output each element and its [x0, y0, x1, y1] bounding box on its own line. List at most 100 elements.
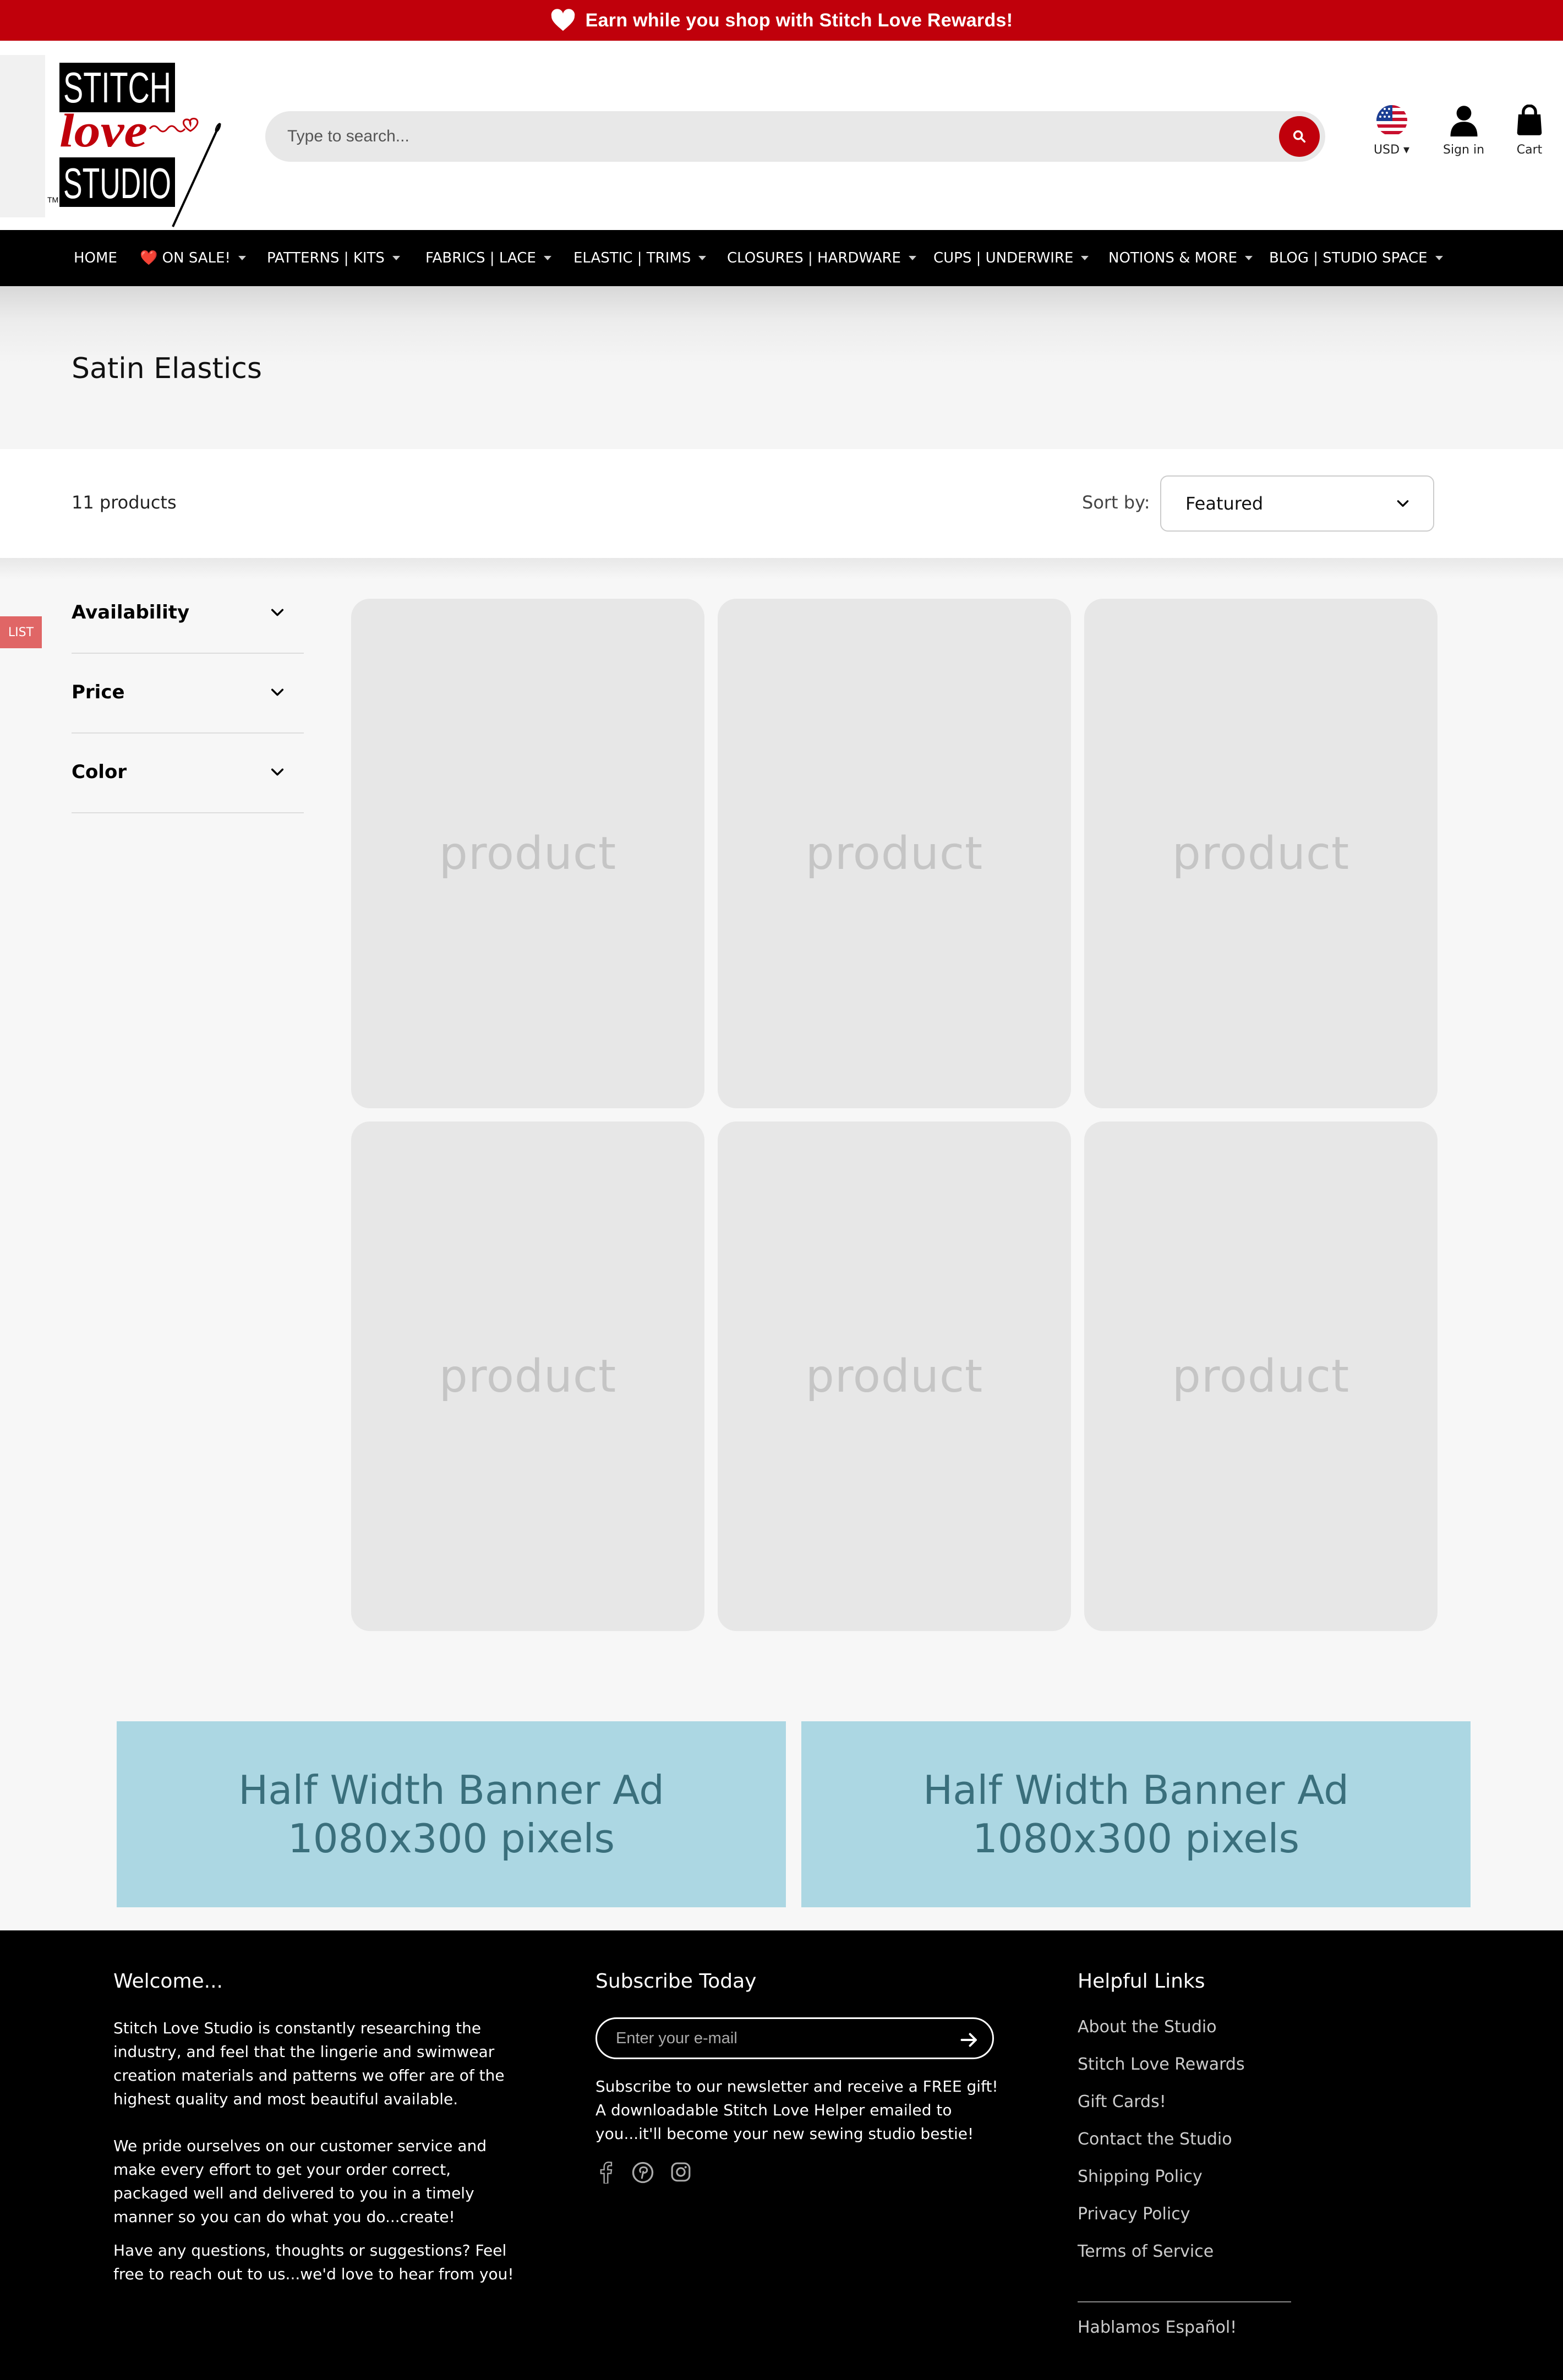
nav-item-on-sale[interactable]: ❤️ ON SALE!: [140, 230, 246, 286]
banner-line-1: Half Width Banner Ad: [923, 1767, 1349, 1813]
footer-link-contact[interactable]: Contact the Studio: [1078, 2130, 1232, 2149]
product-card[interactable]: product: [351, 599, 704, 1108]
nav-label: CLOSURES | HARDWARE: [727, 250, 901, 266]
arrow-right-icon[interactable]: [959, 2030, 979, 2050]
footer-welcome-paragraph: Stitch Love Studio is constantly researc…: [113, 2019, 505, 2108]
announcement-text: Earn while you shop with Stitch Love Rew…: [585, 9, 1013, 31]
sort-select[interactable]: Featured: [1160, 475, 1434, 532]
nav-item-blog-studio-space[interactable]: BLOG | STUDIO SPACE: [1269, 230, 1443, 286]
heart-icon: [551, 9, 575, 31]
chevron-down-icon: [271, 768, 284, 776]
announcement-bar[interactable]: Earn while you shop with Stitch Love Rew…: [0, 0, 1563, 41]
product-card[interactable]: product: [1084, 1121, 1438, 1631]
banner-line-2: 1080x300 pixels: [972, 1815, 1300, 1862]
collection-header: Satin Elastics: [0, 286, 1563, 449]
svg-text:TM: TM: [47, 195, 58, 204]
footer-link-shipping[interactable]: Shipping Policy: [1078, 2167, 1203, 2186]
nav-item-notions-more[interactable]: NOTIONS & MORE: [1108, 230, 1253, 286]
nav-item-fabrics-lace[interactable]: FABRICS | LACE: [425, 230, 551, 286]
nav-item-closures-hardware[interactable]: CLOSURES | HARDWARE: [727, 230, 916, 286]
filter-label: Price: [72, 681, 125, 703]
banner-ad-left[interactable]: Half Width Banner Ad 1080x300 pixels: [117, 1721, 786, 1907]
caret-down-icon: [1245, 256, 1253, 260]
banner-text: Half Width Banner Ad 1080x300 pixels: [238, 1766, 664, 1863]
product-placeholder: product: [439, 1350, 617, 1403]
footer-link-about[interactable]: About the Studio: [1078, 2017, 1217, 2037]
filter-availability[interactable]: Availability: [72, 574, 304, 654]
nav-label: BLOG | STUDIO SPACE: [1269, 250, 1428, 266]
nav-label: NOTIONS & MORE: [1108, 250, 1238, 266]
footer-link-privacy[interactable]: Privacy Policy: [1078, 2204, 1190, 2224]
product-placeholder: product: [805, 827, 983, 880]
footer-link-terms[interactable]: Terms of Service: [1078, 2242, 1214, 2261]
caret-down-icon: [543, 256, 551, 260]
search-input[interactable]: [287, 127, 1223, 146]
nav-item-cups-underwire[interactable]: CUPS | UNDERWIRE: [933, 230, 1089, 286]
account-link[interactable]: Sign in: [1443, 105, 1484, 157]
product-placeholder: product: [439, 827, 617, 880]
nav-label: PATTERNS | KITS: [267, 250, 385, 266]
nav-label: CUPS | UNDERWIRE: [933, 250, 1074, 266]
site-footer: Welcome... Stitch Love Studio is constan…: [0, 1930, 1563, 2380]
subscribe-description: Subscribe to our newsletter and receive …: [595, 2077, 998, 2143]
nav-item-home[interactable]: HOME: [74, 230, 117, 286]
product-card[interactable]: product: [351, 1121, 704, 1631]
search-bar[interactable]: [265, 111, 1325, 162]
email-field[interactable]: [616, 2029, 924, 2048]
footer-link-gift-cards[interactable]: Gift Cards!: [1078, 2092, 1166, 2111]
footer-divider: [1078, 2301, 1291, 2302]
product-card[interactable]: product: [718, 599, 1071, 1108]
nav-label: ❤️ ON SALE!: [140, 250, 231, 266]
signin-label: Sign in: [1443, 143, 1485, 157]
us-flag-icon: [1376, 105, 1407, 136]
nav-item-elastic-trims[interactable]: ELASTIC | TRIMS: [573, 230, 707, 286]
caret-down-icon: [1081, 256, 1089, 260]
footer-link-rewards[interactable]: Stitch Love Rewards: [1078, 2055, 1245, 2074]
cart-link[interactable]: Cart: [1515, 105, 1544, 157]
pinterest-icon[interactable]: [632, 2162, 654, 2184]
search-icon: [1293, 130, 1306, 143]
cart-label: Cart: [1516, 143, 1543, 157]
banner-text: Half Width Banner Ad 1080x300 pixels: [923, 1766, 1349, 1863]
facebook-icon[interactable]: [598, 2162, 614, 2184]
filter-label: Color: [72, 761, 127, 783]
newsletter-form: [595, 2017, 994, 2059]
currency-code: USD: [1374, 143, 1400, 157]
product-card[interactable]: product: [718, 1121, 1071, 1631]
site-header: STITCH love STUDIO TM Type to search... …: [0, 41, 1563, 230]
instagram-icon[interactable]: [670, 2162, 691, 2182]
currency-selector[interactable]: USD ▾: [1374, 105, 1409, 157]
sort-label: Sort by:: [1082, 492, 1150, 513]
caret-down-icon: [698, 256, 707, 260]
side-list-tab[interactable]: LIST: [0, 616, 42, 648]
banner-line-1: Half Width Banner Ad: [238, 1767, 664, 1813]
stitch-love-studio-logo[interactable]: STITCH love STUDIO TM: [46, 63, 228, 228]
filter-price[interactable]: Price: [72, 654, 304, 734]
chevron-down-icon: [271, 609, 284, 616]
banner-line-2: 1080x300 pixels: [287, 1815, 615, 1862]
banner-ad-right[interactable]: Half Width Banner Ad 1080x300 pixels: [801, 1721, 1471, 1907]
caret-down-icon: ▾: [1403, 143, 1410, 157]
currency-label: USD ▾: [1374, 143, 1409, 157]
caret-down-icon: [392, 256, 400, 260]
chevron-down-icon: [1397, 500, 1409, 507]
product-card[interactable]: product: [1084, 599, 1438, 1108]
sort-value: Featured: [1185, 493, 1264, 514]
header-strip: [0, 55, 45, 217]
footer-welcome-paragraph: We pride ourselves on our customer servi…: [113, 2137, 487, 2226]
svg-text:STUDIO: STUDIO: [63, 159, 171, 207]
caret-down-icon: [909, 256, 916, 260]
cart-bag-icon: [1517, 105, 1542, 135]
nav-label: FABRICS | LACE: [425, 250, 536, 266]
product-count: 11 products: [72, 492, 177, 513]
product-placeholder: product: [805, 1350, 983, 1403]
search-button[interactable]: [1279, 116, 1320, 157]
filter-color[interactable]: Color: [72, 734, 304, 813]
footer-subscribe-heading: Subscribe Today: [595, 1970, 757, 1993]
main-navigation: HOME ❤️ ON SALE! PATTERNS | KITS FABRICS…: [0, 230, 1563, 286]
product-placeholder: product: [1172, 827, 1350, 880]
footer-link-language[interactable]: Hablamos Español!: [1078, 2318, 1237, 2337]
filter-label: Availability: [72, 601, 190, 623]
nav-label: HOME: [74, 250, 117, 266]
nav-item-patterns-kits[interactable]: PATTERNS | KITS: [267, 230, 400, 286]
